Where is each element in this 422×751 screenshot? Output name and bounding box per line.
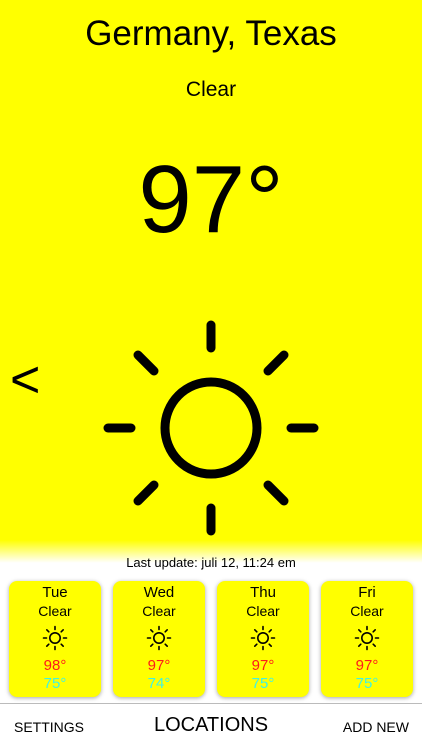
forecast-day-name: Tue — [42, 584, 68, 601]
forecast-low-temp: 75° — [251, 675, 275, 692]
sun-icon — [250, 625, 276, 651]
forecast-day-condition: Clear — [142, 603, 176, 619]
forecast-day-card[interactable]: Wed Clear 97° 74° — [113, 581, 205, 697]
forecast-day-name: Fri — [358, 584, 376, 601]
forecast-day-card[interactable]: Thu Clear 97° 75° — [217, 581, 309, 697]
sun-icon — [103, 320, 319, 536]
forecast-day-card[interactable]: Tue Clear 98° 75° — [9, 581, 101, 697]
forecast-day-condition: Clear — [246, 603, 280, 619]
forecast-strip: Tue Clear 98° 75° Wed Clear 97° 74° Thu … — [9, 581, 414, 697]
current-condition: Clear — [185, 78, 237, 101]
forecast-high-temp: 97° — [147, 657, 171, 674]
city-title: Germany, Texas — [85, 14, 337, 53]
sun-icon — [146, 625, 172, 651]
current-temperature: 97° — [138, 146, 284, 253]
forecast-high-temp: 98° — [43, 657, 67, 674]
last-update-text: Last update: juli 12, 11:24 em — [126, 555, 296, 570]
sun-icon — [354, 625, 380, 651]
add-new-button[interactable]: ADD NEW — [343, 719, 409, 735]
forecast-high-temp: 97° — [355, 657, 379, 674]
back-button[interactable]: < — [10, 352, 40, 408]
forecast-low-temp: 74° — [147, 675, 171, 692]
sun-icon — [42, 625, 68, 651]
forecast-low-temp: 75° — [355, 675, 379, 692]
forecast-day-condition: Clear — [350, 603, 384, 619]
forecast-day-name: Thu — [250, 584, 276, 601]
forecast-low-temp: 75° — [43, 675, 67, 692]
forecast-day-condition: Clear — [38, 603, 72, 619]
forecast-high-temp: 97° — [251, 657, 275, 674]
forecast-day-card[interactable]: Fri Clear 97° 75° — [321, 581, 413, 697]
bottom-toolbar: SETTINGS LOCATIONS ADD NEW — [0, 703, 422, 751]
forecast-day-name: Wed — [143, 584, 175, 601]
